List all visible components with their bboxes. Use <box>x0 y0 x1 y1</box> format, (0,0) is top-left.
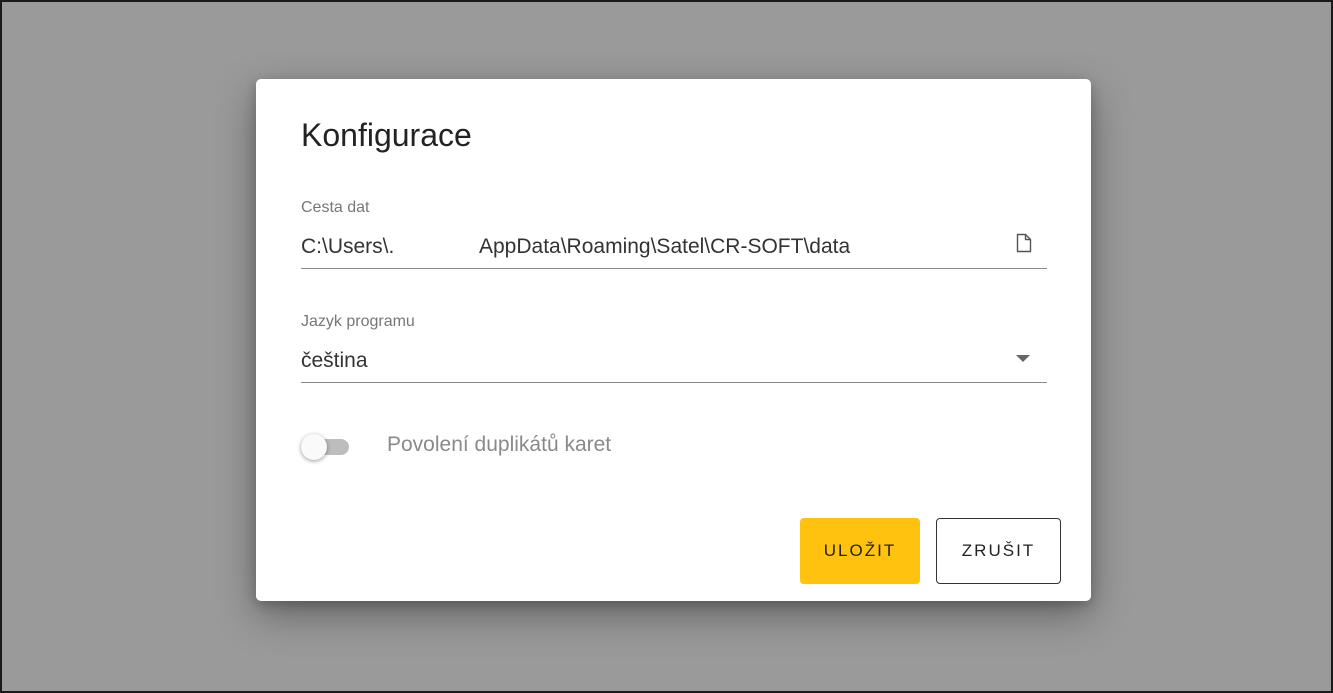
file-icon[interactable] <box>1015 233 1033 253</box>
toggle-thumb[interactable] <box>301 434 327 460</box>
data-path-label: Cesta dat <box>301 199 370 216</box>
data-path-value-start: C:\Users\. <box>301 235 395 258</box>
duplicates-toggle-switch[interactable] <box>301 434 363 460</box>
cancel-button[interactable]: ZRUŠIT <box>936 518 1061 584</box>
duplicates-toggle-row: Povolení duplikátů karet <box>301 427 801 463</box>
save-button[interactable]: ULOŽIT <box>800 518 920 584</box>
language-select[interactable]: Jazyk programu čeština <box>301 313 1047 385</box>
dropdown-arrow-icon[interactable] <box>1016 355 1030 362</box>
duplicates-toggle-label[interactable]: Povolení duplikátů karet <box>387 433 611 457</box>
data-path-underline <box>301 268 1047 269</box>
language-selected-value[interactable]: čeština <box>301 349 368 373</box>
dialog-title: Konfigurace <box>301 117 472 153</box>
data-path-value-end: AppData\Roaming\Satel\CR-SOFT\data <box>479 235 851 258</box>
language-underline <box>301 382 1047 383</box>
data-path-field[interactable]: Cesta dat C:\Users\. AppData\Roaming\Sat… <box>301 199 1047 271</box>
language-label: Jazyk programu <box>301 313 415 330</box>
configuration-dialog: Konfigurace Cesta dat C:\Users\. AppData… <box>256 79 1091 601</box>
